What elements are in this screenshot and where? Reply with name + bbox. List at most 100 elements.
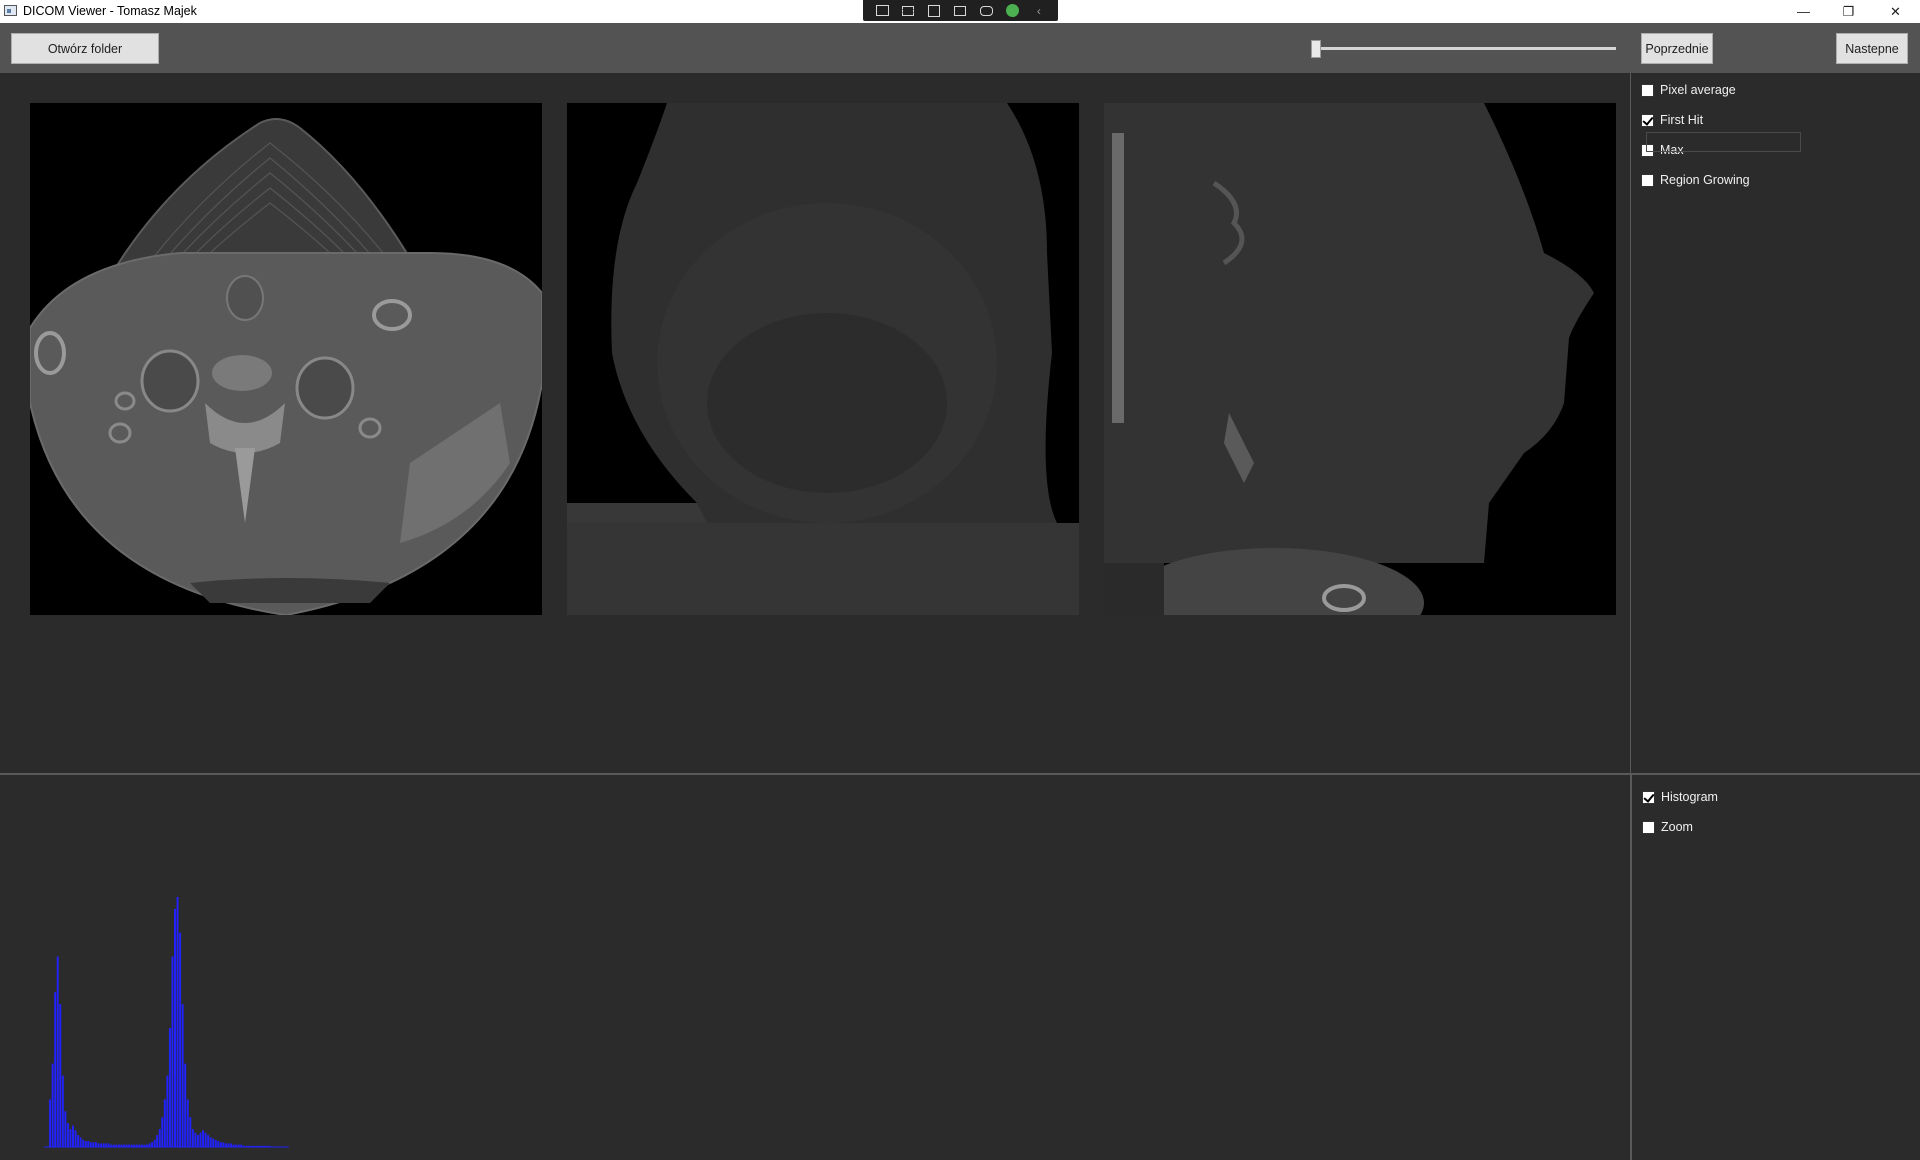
live-tree-icon[interactable] (874, 4, 890, 18)
image-viewport-area (0, 73, 1630, 773)
select-element-icon[interactable] (900, 4, 916, 18)
histogram-bar (168, 1027, 171, 1147)
histogram-bar (222, 1142, 225, 1147)
histogram-bar (204, 1132, 207, 1147)
histogram-bar (181, 1004, 184, 1147)
histogram-bar (105, 1143, 108, 1147)
histogram-bar (66, 1123, 69, 1147)
title-bar: DICOM Viewer - Tomasz Majek ‹ — ❐ ✕ (0, 0, 1920, 23)
checkbox-label: Histogram (1661, 790, 1718, 804)
slider-thumb[interactable] (1311, 40, 1321, 58)
histogram-bar (148, 1143, 151, 1147)
checkbox-box[interactable] (1642, 790, 1655, 804)
histogram-bar (214, 1139, 217, 1147)
histogram-bar (92, 1142, 95, 1147)
top-toolbar (0, 23, 1920, 73)
histogram-bar (49, 1099, 52, 1147)
histogram-bar (82, 1139, 85, 1147)
histogram-bar (184, 1063, 187, 1147)
display-options-panel: Histogram Zoom (1632, 775, 1920, 1160)
histogram-bar (87, 1141, 90, 1147)
histogram-bar (194, 1132, 197, 1147)
histogram-bar (77, 1135, 80, 1147)
zoom-checkbox[interactable]: Zoom (1642, 817, 1693, 837)
histogram-bar (186, 1099, 189, 1147)
axial-view[interactable] (30, 103, 542, 615)
checkbox-box[interactable] (1642, 820, 1655, 834)
histogram-chart (44, 897, 289, 1148)
checkbox-label: Region Growing (1660, 173, 1750, 187)
restore-icon[interactable]: ❐ (1826, 0, 1871, 23)
slice-slider[interactable] (1311, 23, 1617, 73)
histogram-bar (207, 1135, 210, 1147)
histogram-bar (59, 1004, 62, 1147)
open-folder-button[interactable]: Otwórz folder (11, 33, 159, 64)
histogram-bar (166, 1075, 169, 1147)
histogram-bar (191, 1129, 194, 1147)
window-title: DICOM Viewer - Tomasz Majek (23, 4, 197, 18)
histogram-bar (179, 932, 182, 1147)
histogram-bar (69, 1129, 72, 1147)
app-icon (4, 5, 17, 16)
display-layout-icon[interactable] (926, 4, 942, 18)
histogram-checkbox[interactable]: Histogram (1642, 787, 1718, 807)
checkbox-box[interactable] (1641, 173, 1654, 187)
histogram-bar (100, 1143, 103, 1147)
histogram-bar (199, 1132, 202, 1147)
histogram-bar (97, 1143, 100, 1147)
histogram-bar (197, 1135, 199, 1147)
histogram-bar (156, 1135, 159, 1147)
focus-indicator (1646, 132, 1801, 152)
histogram-bar (230, 1143, 233, 1147)
track-focus-icon[interactable] (952, 4, 968, 18)
histogram-bar (209, 1137, 212, 1147)
histogram-bar (219, 1142, 222, 1147)
checkbox-label: Zoom (1661, 820, 1693, 834)
region-growing-checkbox[interactable]: Region Growing (1641, 170, 1750, 190)
histogram-bar (151, 1142, 154, 1147)
checkbox-box[interactable] (1641, 83, 1654, 97)
status-ok-icon (1005, 4, 1021, 18)
histogram-bar (212, 1138, 215, 1147)
collapse-icon[interactable]: ‹ (1031, 4, 1047, 18)
histogram-bar (74, 1130, 77, 1147)
histogram-bar (227, 1143, 230, 1147)
histogram-bar (225, 1143, 227, 1147)
histogram-bar (54, 992, 57, 1147)
histogram-bar (51, 1063, 54, 1147)
histogram-bar (153, 1139, 156, 1147)
coronal-slice-image (567, 103, 1079, 615)
previous-button[interactable]: Poprzednie (1641, 33, 1713, 64)
histogram-area (0, 775, 1630, 1160)
histogram-bar (217, 1141, 220, 1147)
histogram-bar (158, 1129, 161, 1147)
histogram-bar (102, 1143, 105, 1147)
histogram-bar (95, 1142, 97, 1147)
histogram-bar (161, 1117, 164, 1147)
histogram-bar (202, 1130, 205, 1147)
histogram-bar (189, 1117, 192, 1147)
histogram-bar (163, 1099, 166, 1147)
histogram-bar (64, 1111, 67, 1147)
histogram-bar (56, 956, 59, 1147)
checkbox-label: First Hit (1660, 113, 1704, 127)
sagittal-view[interactable] (1104, 103, 1616, 615)
histogram-bar (61, 1075, 64, 1147)
coronal-view[interactable] (567, 103, 1079, 615)
histogram-bar (176, 897, 179, 1147)
checkbox-box[interactable] (1641, 113, 1654, 127)
next-button[interactable]: Nastepne (1836, 33, 1908, 64)
debug-toolbar: ‹ (863, 0, 1058, 21)
histogram-bar (174, 908, 176, 1147)
minimize-icon[interactable]: — (1781, 0, 1826, 23)
close-icon[interactable]: ✕ (1873, 0, 1918, 23)
render-mode-panel: Pixel average First Hit Max Region Growi… (1631, 73, 1920, 773)
first-hit-checkbox[interactable]: First Hit (1641, 110, 1703, 130)
pixel-average-checkbox[interactable]: Pixel average (1641, 80, 1736, 100)
hot-reload-icon[interactable] (979, 4, 995, 18)
histogram-bar (79, 1137, 82, 1147)
histogram-bar (89, 1142, 92, 1147)
slider-track (1316, 47, 1616, 50)
axial-slice-image (30, 118, 542, 615)
histogram-bar (171, 956, 174, 1147)
